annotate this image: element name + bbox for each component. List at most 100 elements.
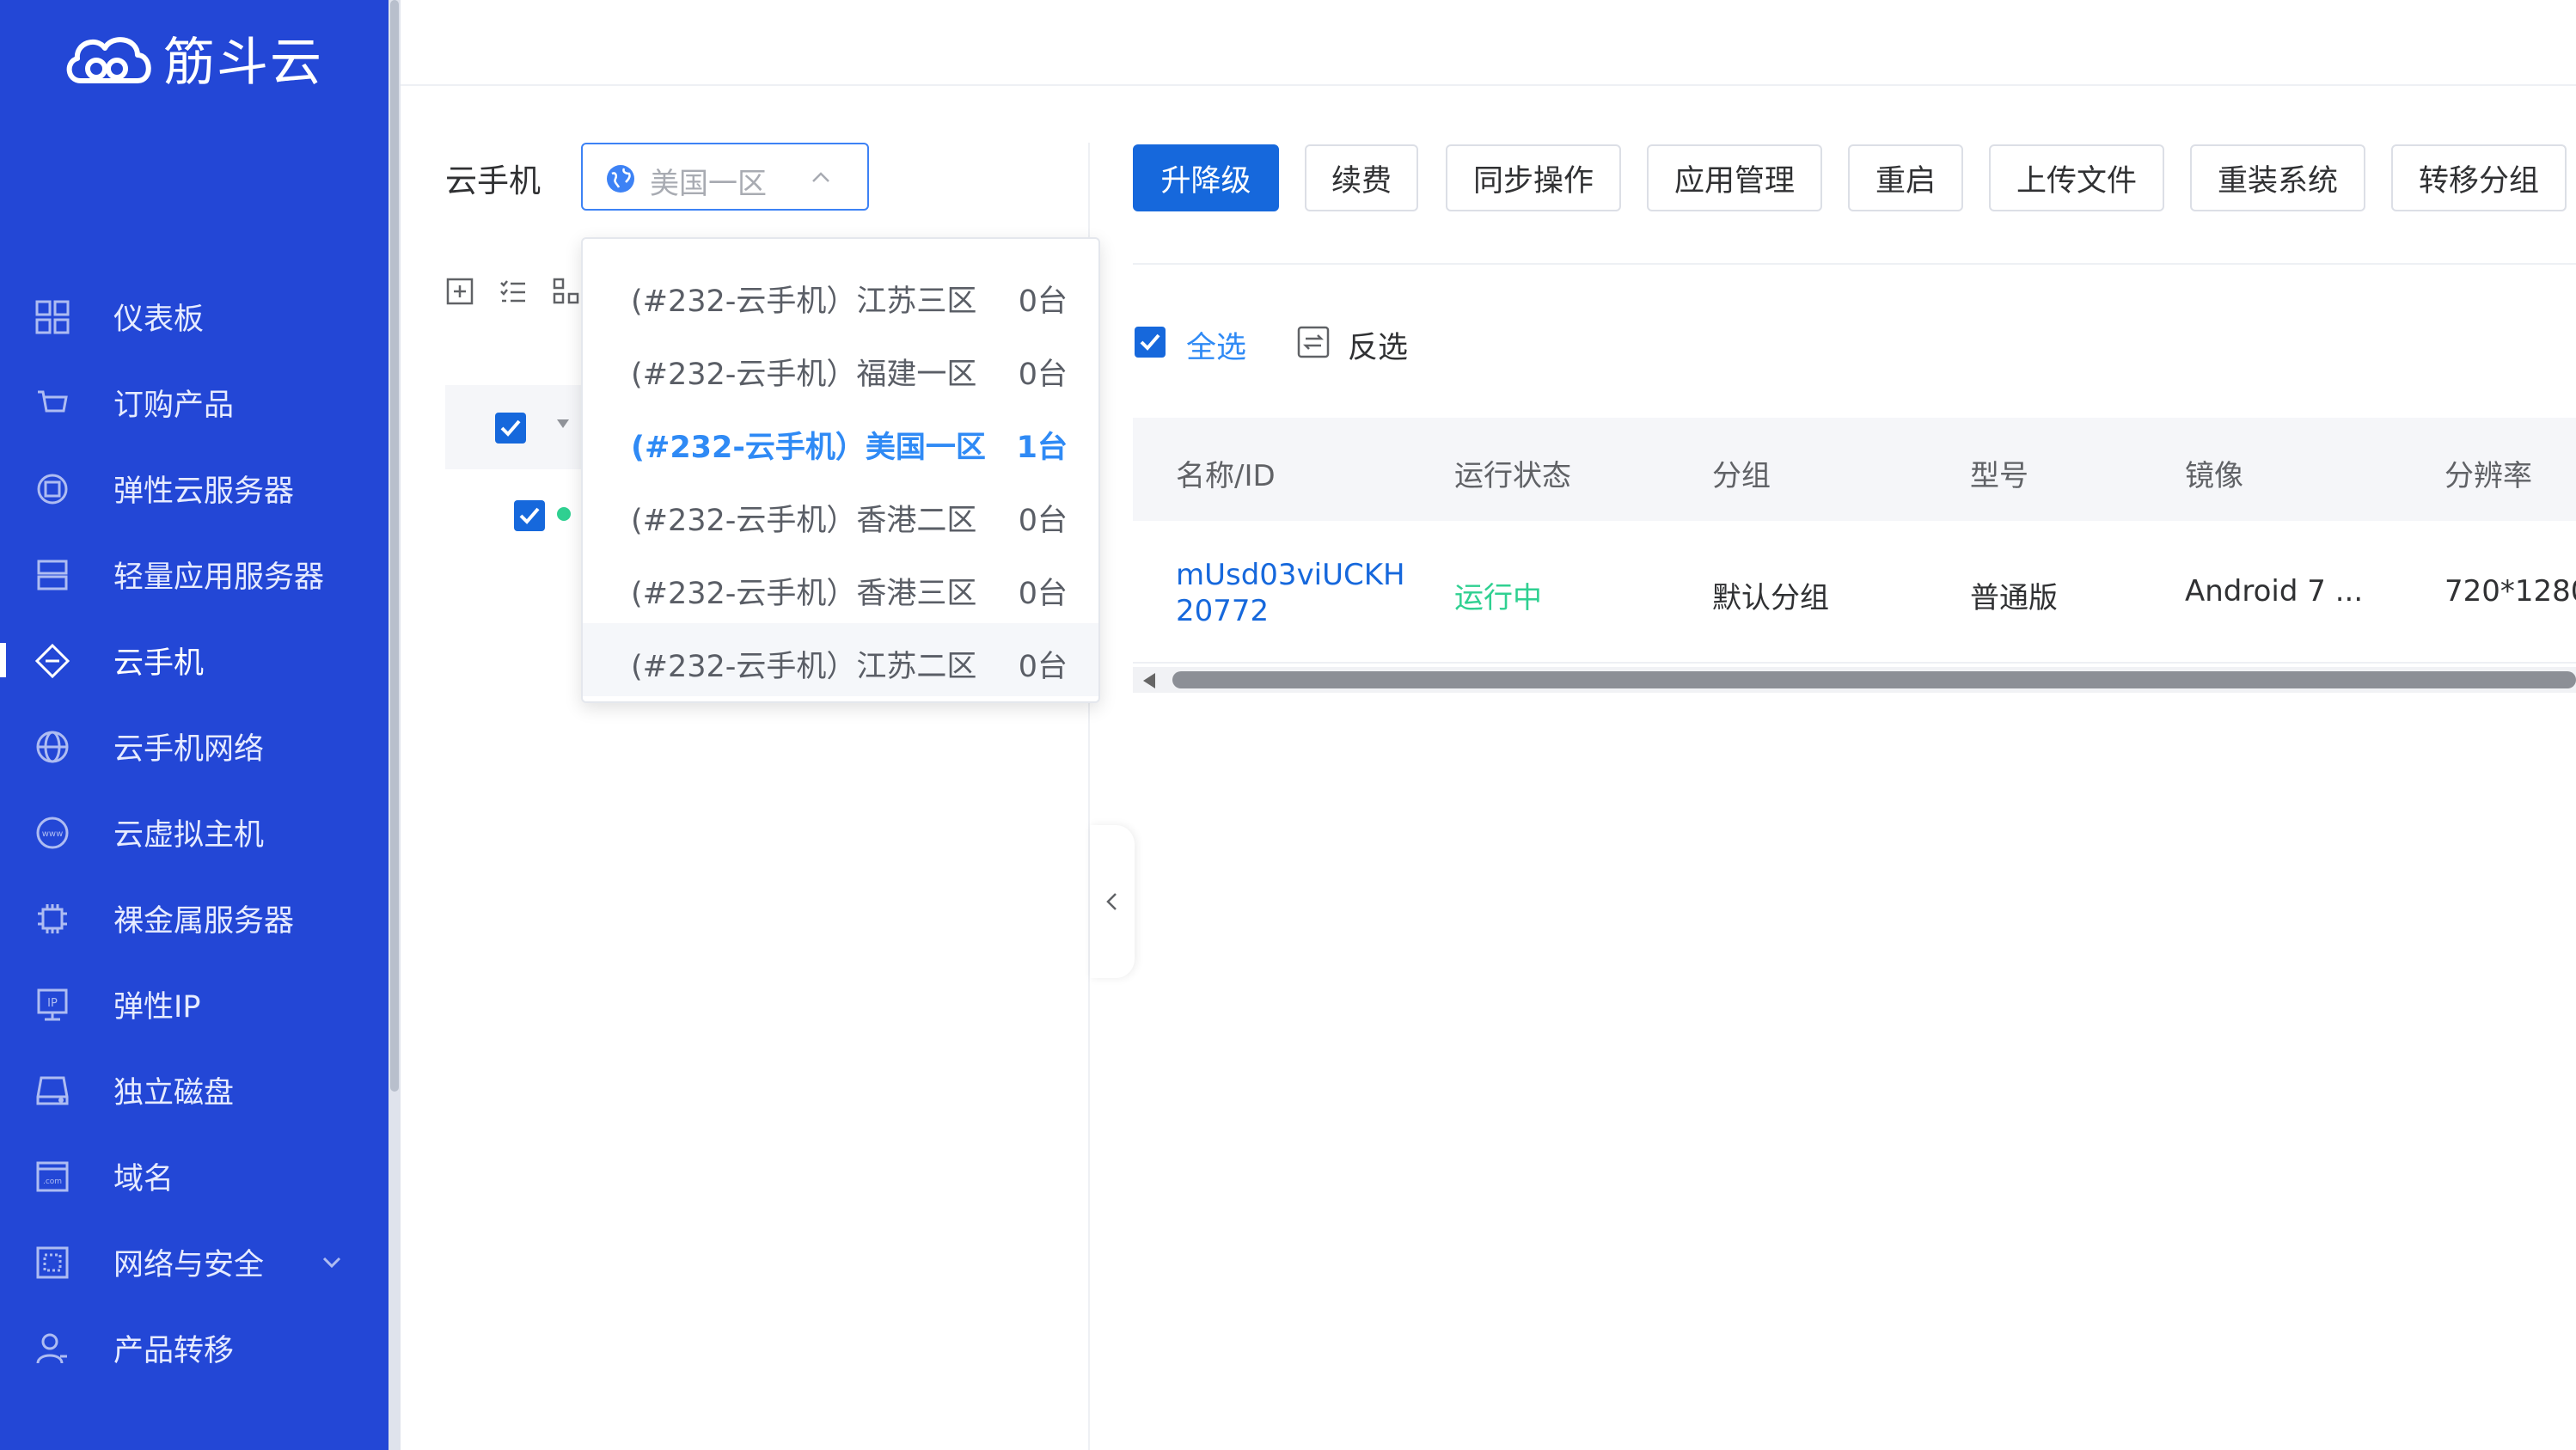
chevron-down-icon[interactable] bbox=[320, 1250, 344, 1274]
invert-selection-label[interactable]: 反选 bbox=[1348, 323, 1408, 367]
renew-button[interactable]: 续费 bbox=[1305, 144, 1418, 211]
caret-down-icon[interactable] bbox=[557, 419, 569, 428]
cloud-logo-icon bbox=[66, 37, 151, 83]
svg-text:www: www bbox=[42, 829, 64, 839]
svg-text:.com: .com bbox=[43, 1178, 62, 1186]
group-cell: 默认分组 bbox=[1712, 581, 1829, 615]
phone-table: 名称/ID 运行状态 分组 型号 镜像 分辨率 mUsd03viUCKH 207… bbox=[1133, 418, 2576, 664]
security-icon bbox=[36, 1246, 69, 1279]
ip-icon: IP bbox=[37, 988, 68, 1021]
region-select-value: 美国一区 bbox=[650, 167, 767, 201]
sidebar-item-virtual-host[interactable]: www 云虚拟主机 bbox=[0, 789, 389, 875]
cart-icon bbox=[38, 390, 68, 413]
dashboard-icon bbox=[35, 300, 70, 334]
check-icon bbox=[519, 507, 540, 524]
region-option[interactable]: (#232-云手机）香港二区 0台 bbox=[583, 477, 1098, 550]
user-transfer-icon bbox=[36, 1333, 67, 1364]
sidebar-scrollbar[interactable] bbox=[389, 0, 401, 1450]
expand-all-icon[interactable] bbox=[445, 277, 474, 306]
sidebar-item-domain[interactable]: .com 域名 bbox=[0, 1133, 389, 1219]
sidebar-item-label: 独立磁盘 bbox=[113, 1075, 235, 1110]
app-management-button[interactable]: 应用管理 bbox=[1647, 144, 1822, 211]
sidebar-item-label: 云手机网络 bbox=[113, 731, 265, 767]
sidebar-item-phone-network[interactable]: 云手机网络 bbox=[0, 703, 389, 789]
region-option-name: (#232-云手机）江苏二区 bbox=[631, 650, 977, 684]
panel-title: 云手机 bbox=[445, 162, 541, 199]
sidebar-item-ecs[interactable]: 弹性云服务器 bbox=[0, 445, 389, 531]
select-all-label[interactable]: 全选 bbox=[1186, 323, 1246, 367]
sidebar-item-disk[interactable]: 独立磁盘 bbox=[0, 1047, 389, 1133]
cloud-phone-icon bbox=[34, 643, 70, 679]
chevron-left-icon bbox=[1106, 893, 1117, 910]
globe-icon bbox=[36, 731, 69, 763]
check-icon bbox=[1140, 333, 1160, 351]
sidebar-item-cloud-phone[interactable]: 云手机 bbox=[0, 617, 389, 703]
disk-icon bbox=[36, 1076, 69, 1105]
checklist-icon[interactable] bbox=[499, 277, 528, 306]
sync-operation-button[interactable]: 同步操作 bbox=[1446, 144, 1621, 211]
invert-selection-icon[interactable] bbox=[1296, 325, 1331, 359]
region-select[interactable]: 美国一区 bbox=[581, 143, 869, 211]
region-option[interactable]: (#232-云手机）香港三区 0台 bbox=[583, 550, 1098, 623]
cloud-server-icon bbox=[37, 474, 68, 505]
region-option-count: 0台 bbox=[1018, 504, 1068, 538]
group-icon[interactable] bbox=[552, 277, 581, 306]
table-horizontal-scrollbar[interactable] bbox=[1133, 667, 2576, 693]
column-header-name[interactable]: 名称/ID bbox=[1176, 452, 1276, 494]
sidebar-item-label: 订购产品 bbox=[113, 388, 235, 423]
top-header bbox=[401, 0, 2576, 86]
sidebar-item-light-server[interactable]: 轻量应用服务器 bbox=[0, 531, 389, 617]
sidebar-item-label: 仪表板 bbox=[113, 302, 205, 337]
sidebar-item-label: 弹性云服务器 bbox=[113, 474, 295, 509]
region-option-count: 0台 bbox=[1018, 650, 1068, 684]
sidebar-item-label: 云手机 bbox=[113, 645, 205, 681]
region-option-hovered[interactable]: (#232-云手机）江苏二区 0台 bbox=[583, 623, 1098, 696]
region-option-name: (#232-云手机）福建一区 bbox=[631, 358, 977, 392]
column-header-status[interactable]: 运行状态 bbox=[1454, 452, 1571, 494]
transfer-group-button[interactable]: 转移分组 bbox=[2391, 144, 2567, 211]
collapse-panel-button[interactable] bbox=[1090, 825, 1135, 978]
sidebar-item-dashboard[interactable]: 仪表板 bbox=[0, 273, 389, 359]
region-option[interactable]: (#232-云手机）福建一区 0台 bbox=[583, 331, 1098, 404]
table-row[interactable]: mUsd03viUCKH 20772 运行中 默认分组 普通版 Android … bbox=[1133, 521, 2576, 664]
toolbar-divider bbox=[1133, 263, 2576, 265]
sidebar-item-label: 云虚拟主机 bbox=[113, 817, 265, 853]
column-header-group[interactable]: 分组 bbox=[1712, 452, 1771, 494]
column-header-model[interactable]: 型号 bbox=[1970, 452, 2028, 494]
tree-toolbar bbox=[445, 277, 581, 306]
sidebar-item-product-transfer[interactable]: 产品转移 bbox=[0, 1305, 389, 1391]
sidebar-item-order[interactable]: 订购产品 bbox=[0, 359, 389, 445]
restart-button[interactable]: 重启 bbox=[1848, 144, 1963, 211]
domain-icon: .com bbox=[36, 1161, 69, 1192]
check-icon bbox=[500, 419, 521, 437]
sidebar-item-network-security[interactable]: 网络与安全 bbox=[0, 1219, 389, 1305]
phone-name-link[interactable]: mUsd03viUCKH bbox=[1176, 557, 1405, 593]
region-option-count: 0台 bbox=[1018, 358, 1068, 392]
tree-phone-checkbox[interactable] bbox=[514, 500, 545, 531]
region-option-count: 0台 bbox=[1018, 577, 1068, 611]
upload-file-button[interactable]: 上传文件 bbox=[1989, 144, 2164, 211]
table-scrollbar-thumb[interactable] bbox=[1172, 671, 2576, 688]
brand-logo[interactable]: 筋斗云 bbox=[62, 22, 323, 93]
region-option-selected[interactable]: (#232-云手机）美国一区 1台 bbox=[583, 404, 1098, 477]
reinstall-system-button[interactable]: 重装系统 bbox=[2190, 144, 2365, 211]
upgrade-button[interactable]: 升降级 bbox=[1133, 144, 1279, 211]
tree-group-checkbox[interactable] bbox=[495, 413, 526, 444]
sidebar-item-label: 产品转移 bbox=[113, 1333, 235, 1368]
globe-icon bbox=[607, 165, 634, 193]
phone-id[interactable]: 20772 bbox=[1176, 593, 1269, 629]
sidebar-item-label: 网络与安全 bbox=[113, 1247, 265, 1282]
scroll-left-icon[interactable] bbox=[1143, 673, 1155, 688]
chip-icon bbox=[38, 904, 67, 933]
column-header-image[interactable]: 镜像 bbox=[2185, 452, 2243, 494]
select-all-checkbox[interactable] bbox=[1135, 327, 1166, 358]
sidebar-item-label: 轻量应用服务器 bbox=[113, 560, 325, 595]
region-option-count: 1台 bbox=[1016, 431, 1068, 465]
region-option[interactable]: (#232-云手机）江苏三区 0台 bbox=[583, 258, 1098, 331]
column-header-resolution[interactable]: 分辨率 bbox=[2444, 452, 2532, 494]
sidebar-scrollbar-thumb[interactable] bbox=[390, 0, 399, 1092]
sidebar-item-bare-metal[interactable]: 裸金属服务器 bbox=[0, 875, 389, 961]
sidebar-item-elastic-ip[interactable]: IP 弹性IP bbox=[0, 961, 389, 1047]
running-status-dot bbox=[557, 507, 571, 521]
region-option-name: (#232-云手机）江苏三区 bbox=[631, 284, 977, 319]
